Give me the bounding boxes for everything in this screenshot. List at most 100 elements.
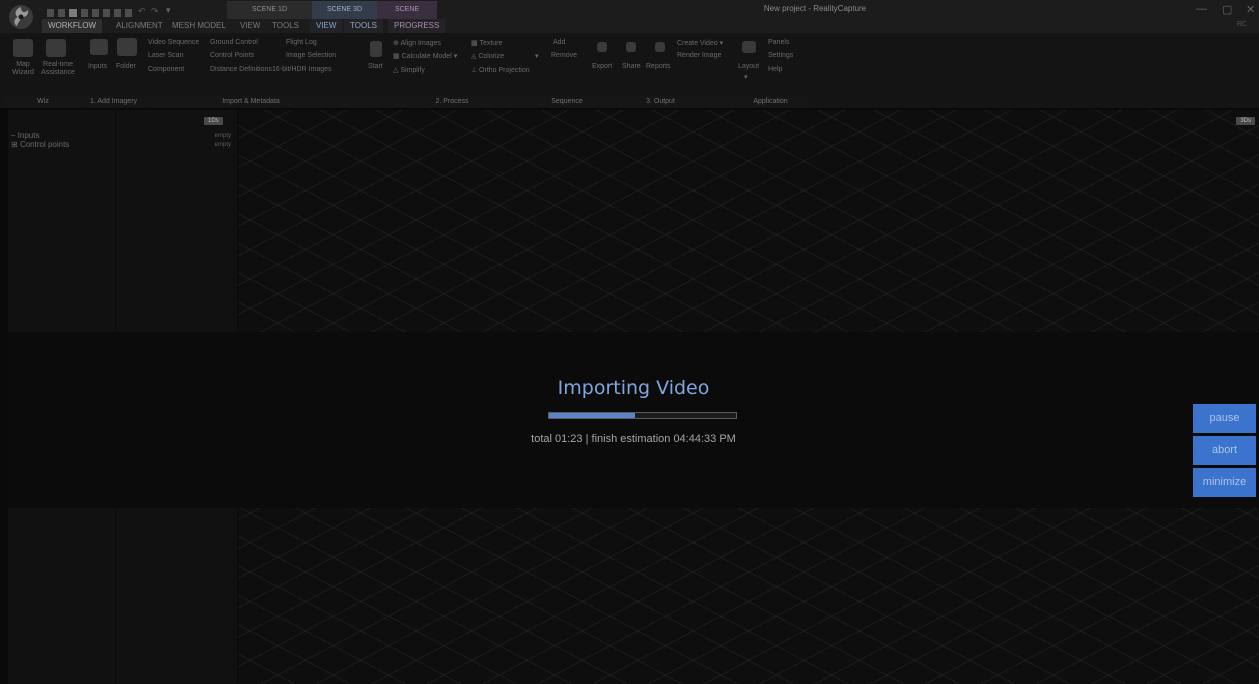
info-value-control-points: empty <box>214 142 231 148</box>
control-points-button[interactable]: Control Points <box>210 52 254 59</box>
start-button[interactable]: Start <box>368 63 383 70</box>
group-label-wiz: Wiz <box>4 96 82 107</box>
component-button[interactable]: Component <box>148 66 184 73</box>
simplify-button[interactable]: △ Simplify <box>393 66 425 74</box>
start-icon[interactable] <box>370 41 382 57</box>
project-tree-pane: – Inputs ⊞ Control points <box>8 110 115 332</box>
flight-log-button[interactable]: Flight Log <box>286 39 317 46</box>
info-pane: 1Ds empty empty <box>116 110 237 332</box>
progress-overlay: Importing Video total 01:23 | finish est… <box>8 332 1259 508</box>
quick-layout-2-icon[interactable] <box>81 9 88 17</box>
laser-scan-button[interactable]: Laser Scan <box>148 52 183 59</box>
window-title: New project - RealityCapture <box>763 4 867 13</box>
export-button[interactable]: Export <box>592 63 612 70</box>
close-window-icon[interactable]: ✕ <box>1246 3 1255 16</box>
colorize-button[interactable]: ◬ Colorize <box>471 52 504 60</box>
scene-tab-1d[interactable]: SCENE 1D <box>227 1 312 19</box>
align-images-button[interactable]: ⊕ Align Images <box>393 39 441 47</box>
create-video-button[interactable]: Create Video ▾ <box>677 39 723 47</box>
distance-definitions-button[interactable]: Distance Definitions <box>210 66 272 73</box>
texture-button[interactable]: ▩ Texture <box>471 39 502 47</box>
progress-status: total 01:23 | finish estimation 04:44:33… <box>531 433 736 445</box>
3d-viewport[interactable]: 3Ds <box>238 110 1259 332</box>
quick-access-dropdown-icon[interactable]: ▾ <box>166 5 171 16</box>
minimize-window-icon[interactable]: — <box>1196 3 1207 15</box>
tab-progress[interactable]: PROGRESS <box>388 19 446 33</box>
calculate-model-button[interactable]: ▦ Calculate Model ▾ <box>393 52 457 60</box>
undo-icon[interactable]: ↶ <box>138 6 146 17</box>
abort-button[interactable]: abort <box>1193 436 1256 465</box>
quick-layout-active-icon[interactable] <box>69 9 77 17</box>
layout-icon[interactable] <box>742 41 756 53</box>
inputs-button[interactable]: Inputs <box>88 63 107 70</box>
tree-item-inputs[interactable]: – Inputs <box>11 131 39 140</box>
align-images-label: Align Images <box>400 40 441 47</box>
tab-mesh-model[interactable]: MESH MODEL <box>166 19 232 33</box>
scene-tab-3d[interactable]: SCENE 3D <box>312 1 377 19</box>
quick-layout-icon[interactable] <box>58 9 65 17</box>
tab-view[interactable]: VIEW <box>234 19 266 33</box>
image-selection-button[interactable]: Image Selection <box>286 52 336 59</box>
group-label-output: 3. Output <box>588 96 733 107</box>
info-pane-lower <box>116 508 237 684</box>
quick-layout-5-icon[interactable] <box>114 9 121 17</box>
reports-icon[interactable] <box>655 42 665 52</box>
share-button[interactable]: Share <box>622 63 641 70</box>
user-badge: RC <box>1236 21 1247 28</box>
sequence-remove-button[interactable]: Remove <box>551 52 577 59</box>
tab-tools[interactable]: TOOLS <box>266 19 305 33</box>
pause-button[interactable]: pause <box>1193 404 1256 433</box>
colorize-dropdown-icon[interactable]: ▾ <box>535 52 539 60</box>
inputs-icon[interactable] <box>90 39 108 55</box>
group-label-import: Import & Metadata <box>145 96 357 107</box>
create-video-label: Create Video <box>677 40 718 47</box>
map-wizard-icon[interactable] <box>13 39 33 57</box>
quick-save-icon[interactable] <box>47 9 54 17</box>
tree-item-control-points-label: Control points <box>19 140 70 149</box>
quick-layout-4-icon[interactable] <box>103 9 110 17</box>
maximize-window-icon[interactable]: ▢ <box>1222 3 1232 16</box>
quick-layout-6-icon[interactable] <box>125 9 132 17</box>
ortho-projection-button[interactable]: ⊥ Ortho Projection <box>471 66 530 74</box>
tab-scene3d-tools[interactable]: TOOLS <box>344 19 383 33</box>
colorize-label: Colorize <box>478 53 505 60</box>
help-button[interactable]: Help <box>768 66 782 73</box>
quick-layout-3-icon[interactable] <box>92 9 99 17</box>
3d-viewport-lower[interactable] <box>238 508 1259 684</box>
texture-label: Texture <box>479 40 503 47</box>
tree-item-inputs-label: Inputs <box>17 131 40 140</box>
progress-bar-fill <box>549 413 635 418</box>
panels-button[interactable]: Panels <box>768 39 789 46</box>
video-sequence-button[interactable]: Video Sequence <box>148 39 199 46</box>
realitycapture-logo-icon[interactable] <box>8 4 34 30</box>
settings-button[interactable]: Settings <box>768 52 793 59</box>
viewport-3d-badge[interactable]: 3Ds <box>1236 117 1255 125</box>
layout-button[interactable]: Layout <box>738 63 759 70</box>
layout-dropdown-icon[interactable]: ▾ <box>744 73 748 81</box>
export-icon[interactable] <box>597 42 607 52</box>
sequence-add-button[interactable]: Add <box>553 39 565 46</box>
tree-item-control-points[interactable]: ⊞ Control points <box>11 140 69 149</box>
reports-button[interactable]: Reports <box>646 63 671 70</box>
project-tree-pane-lower <box>8 508 115 684</box>
ground-control-button[interactable]: Ground Control <box>210 39 258 46</box>
scene-tab-scene[interactable]: SCENE <box>377 1 437 19</box>
redo-icon[interactable]: ↷ <box>151 6 159 17</box>
folder-icon[interactable] <box>117 38 137 56</box>
info-value-inputs: empty <box>214 133 231 139</box>
tab-alignment[interactable]: ALIGNMENT <box>110 19 169 33</box>
realtime-assistance-button[interactable]: Real-time Assistance <box>36 61 80 77</box>
group-label-process: 2. Process <box>358 96 546 107</box>
ortho-projection-label: Ortho Projection <box>479 67 530 74</box>
folder-button[interactable]: Folder <box>116 63 136 70</box>
share-icon[interactable] <box>626 42 636 52</box>
render-image-button[interactable]: Render Image <box>677 52 721 59</box>
group-label-application: Application <box>734 96 807 107</box>
hdr-images-button[interactable]: 16-bit/HDR Images <box>272 66 332 73</box>
tab-scene3d-view[interactable]: VIEW <box>310 19 343 33</box>
tab-workflow[interactable]: WORKFLOW <box>42 19 102 33</box>
realtime-assistance-icon[interactable] <box>46 39 66 57</box>
minimize-button[interactable]: minimize <box>1193 468 1256 497</box>
title-bar: ↶ ↷ ▾ SCENE 1D SCENE 3D SCENE New projec… <box>0 0 1259 33</box>
pane-1d-badge[interactable]: 1Ds <box>204 117 223 125</box>
